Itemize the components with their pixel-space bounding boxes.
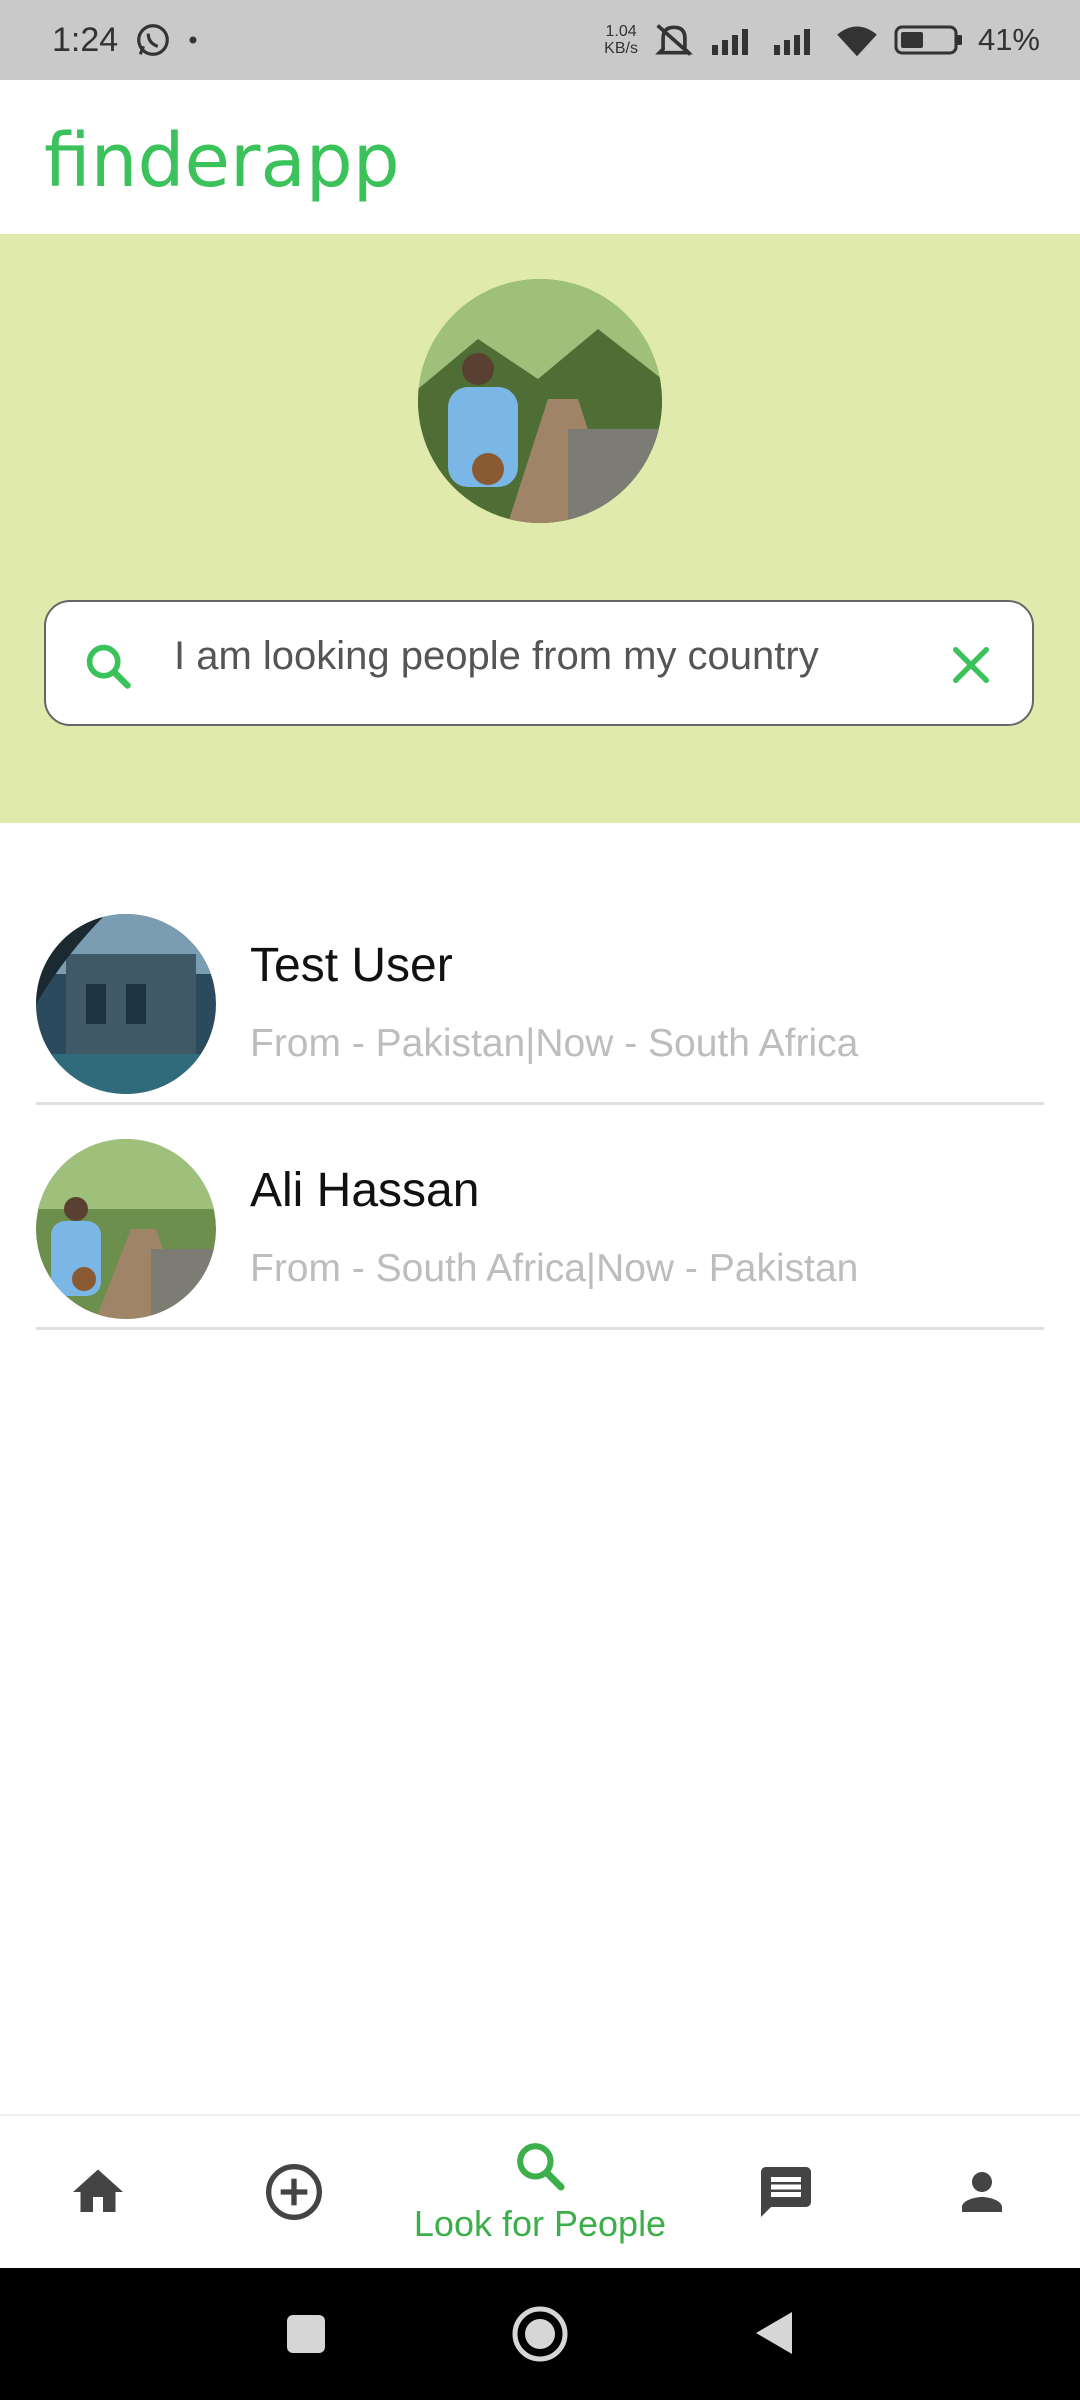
net-speed: 1.04 KB/s <box>604 23 638 57</box>
avatar <box>36 914 216 1094</box>
battery-icon <box>894 25 962 55</box>
search-bar[interactable]: I am looking people from my country <box>44 600 1034 726</box>
signal-icon <box>773 29 810 55</box>
system-navigation-bar <box>0 2268 1080 2400</box>
nav-add[interactable] <box>236 2116 352 2270</box>
bottom-navigation: Look for People <box>0 2114 1080 2270</box>
signal-icon <box>711 29 748 55</box>
profile-hero: I am looking people from my country <box>0 234 1080 823</box>
close-icon[interactable] <box>948 642 994 688</box>
nav-label: Look for People <box>413 2203 667 2244</box>
net-speed-unit: KB/s <box>604 40 638 57</box>
app-title: finderapp <box>44 118 400 204</box>
nav-messages[interactable] <box>728 2116 844 2270</box>
avatar <box>36 1139 216 1319</box>
search-input[interactable]: I am looking people from my country <box>174 602 819 724</box>
add-circle-icon <box>266 2164 322 2220</box>
result-name: Ali Hassan <box>250 1164 480 1217</box>
chat-icon <box>761 2167 811 2217</box>
result-subtitle: From - Pakistan|Now - South Africa <box>250 1022 859 1065</box>
wifi-icon <box>837 26 877 57</box>
home-icon <box>73 2169 123 2212</box>
list-item[interactable]: Test User From - Pakistan|Now - South Af… <box>36 880 1044 1105</box>
whatsapp-icon <box>137 24 170 56</box>
dot-icon <box>189 36 197 44</box>
nav-home[interactable] <box>40 2116 156 2270</box>
nav-look-for-people[interactable]: Look for People <box>390 2116 690 2270</box>
mute-icon <box>655 24 693 56</box>
recents-square-icon[interactable] <box>284 2312 328 2356</box>
search-icon <box>517 2143 565 2191</box>
list-item[interactable]: Ali Hassan From - South Africa|Now - Pak… <box>36 1105 1044 1330</box>
net-speed-value: 1.04 <box>605 23 637 40</box>
profile-avatar[interactable] <box>418 279 662 523</box>
search-icon <box>86 644 131 689</box>
nav-profile[interactable] <box>924 2116 1040 2270</box>
back-triangle-icon[interactable] <box>752 2308 796 2358</box>
person-icon <box>962 2172 1002 2212</box>
result-name: Test User <box>250 939 453 992</box>
home-circle-icon[interactable] <box>510 2304 570 2364</box>
status-time: 1:24 <box>52 20 119 59</box>
status-bar: 1:24 1.04 KB/s 41% <box>0 0 1080 80</box>
results-list: Test User From - Pakistan|Now - South Af… <box>36 880 1044 1330</box>
result-subtitle: From - South Africa|Now - Pakistan <box>250 1247 859 1290</box>
app-header: finderapp <box>0 80 1080 234</box>
battery-percentage: 41% <box>977 22 1040 57</box>
